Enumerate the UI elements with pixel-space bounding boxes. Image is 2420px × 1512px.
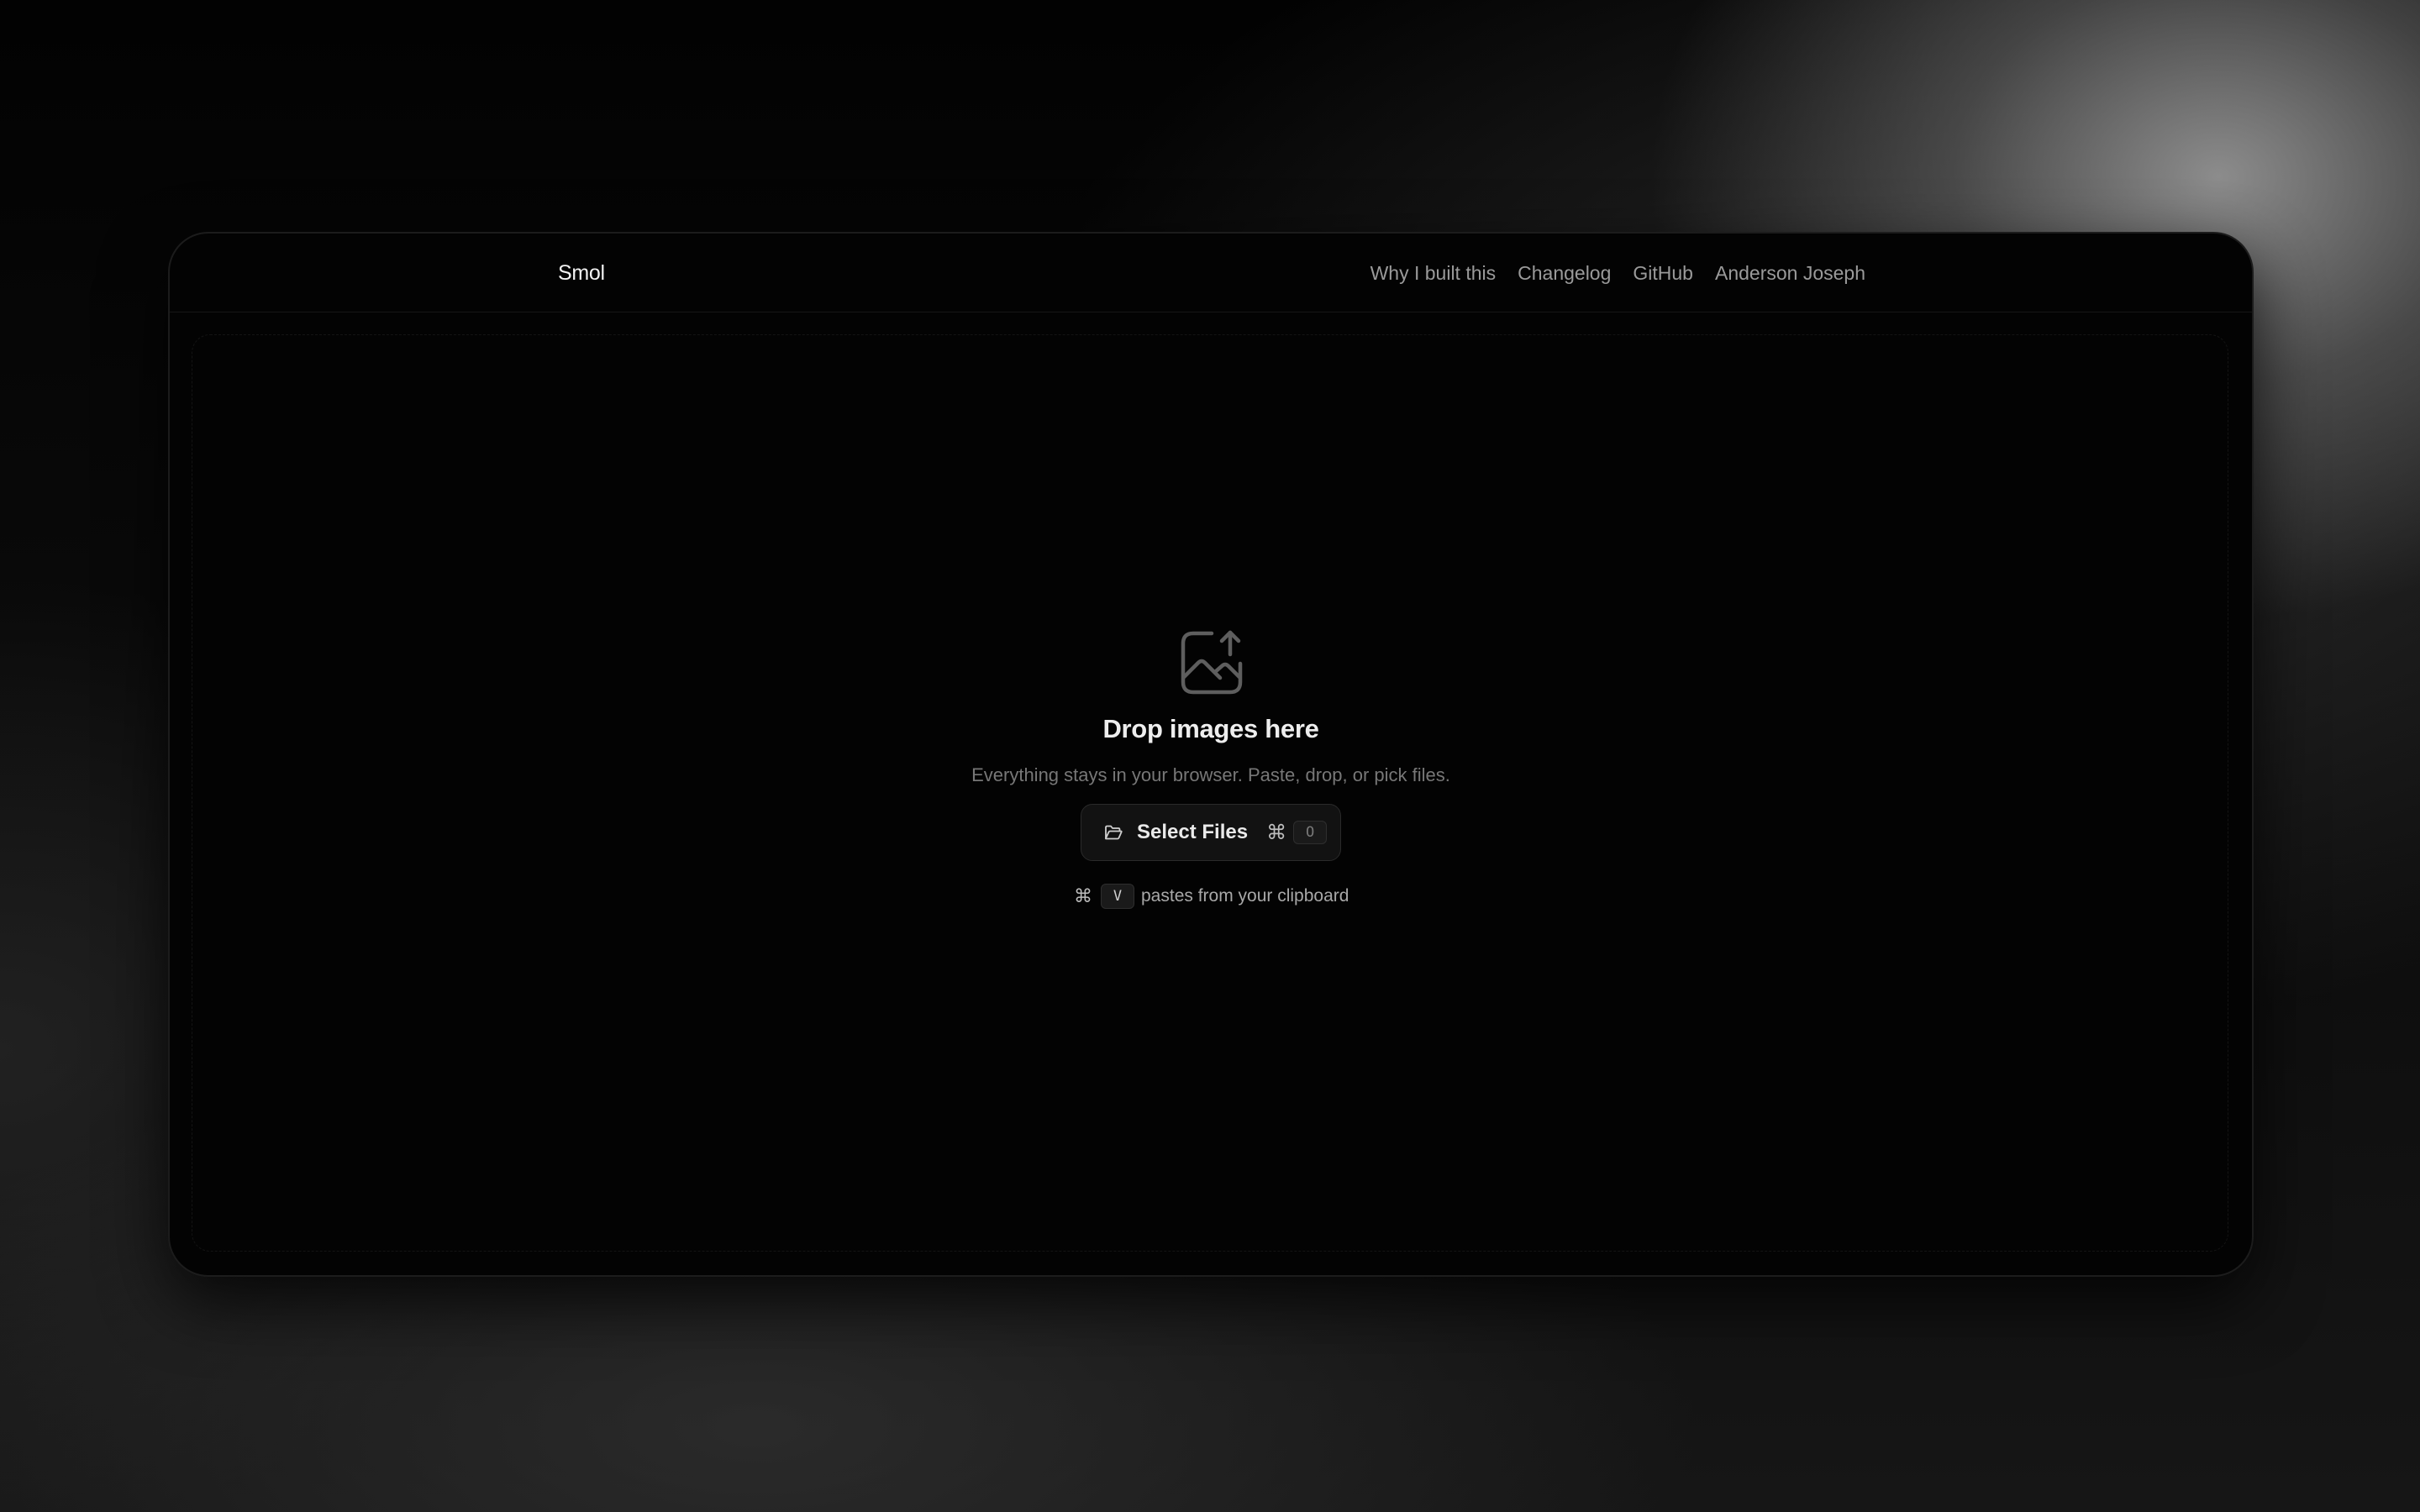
image-upload-icon — [1181, 630, 1243, 695]
command-key-icon: ⌘ — [1266, 821, 1287, 844]
image-dropzone[interactable] — [192, 334, 2228, 1252]
nav-link-why-i-built-this[interactable]: Why I built this — [1370, 262, 1497, 285]
app-logo[interactable]: Smol — [558, 261, 605, 286]
shortcut-key-o: O — [1293, 821, 1328, 844]
select-files-label: Select Files — [1137, 821, 1249, 843]
select-files-button[interactable]: Select Files ⌘ O — [1081, 804, 1341, 861]
app-window: Smol Why I built this Changelog GitHub A… — [170, 234, 2252, 1275]
shortcut-key-v: V — [1101, 884, 1134, 909]
nav-link-changelog[interactable]: Changelog — [1518, 262, 1611, 285]
nav-link-author[interactable]: Anderson Joseph — [1715, 262, 1865, 285]
top-navbar: Smol Why I built this Changelog GitHub A… — [170, 234, 2252, 312]
paste-hint: ⌘ V pastes from your clipboard — [1074, 882, 1349, 911]
nav-link-github[interactable]: GitHub — [1633, 262, 1693, 285]
drop-subtitle: Everything stays in your browser. Paste,… — [971, 764, 1450, 785]
drop-title: Drop images here — [1102, 714, 1319, 743]
nav-links: Why I built this Changelog GitHub Anders… — [1370, 262, 1865, 285]
folder-open-icon — [1105, 825, 1123, 840]
paste-hint-text: pastes from your clipboard — [1141, 886, 1349, 906]
command-key-icon: ⌘ — [1074, 885, 1092, 907]
